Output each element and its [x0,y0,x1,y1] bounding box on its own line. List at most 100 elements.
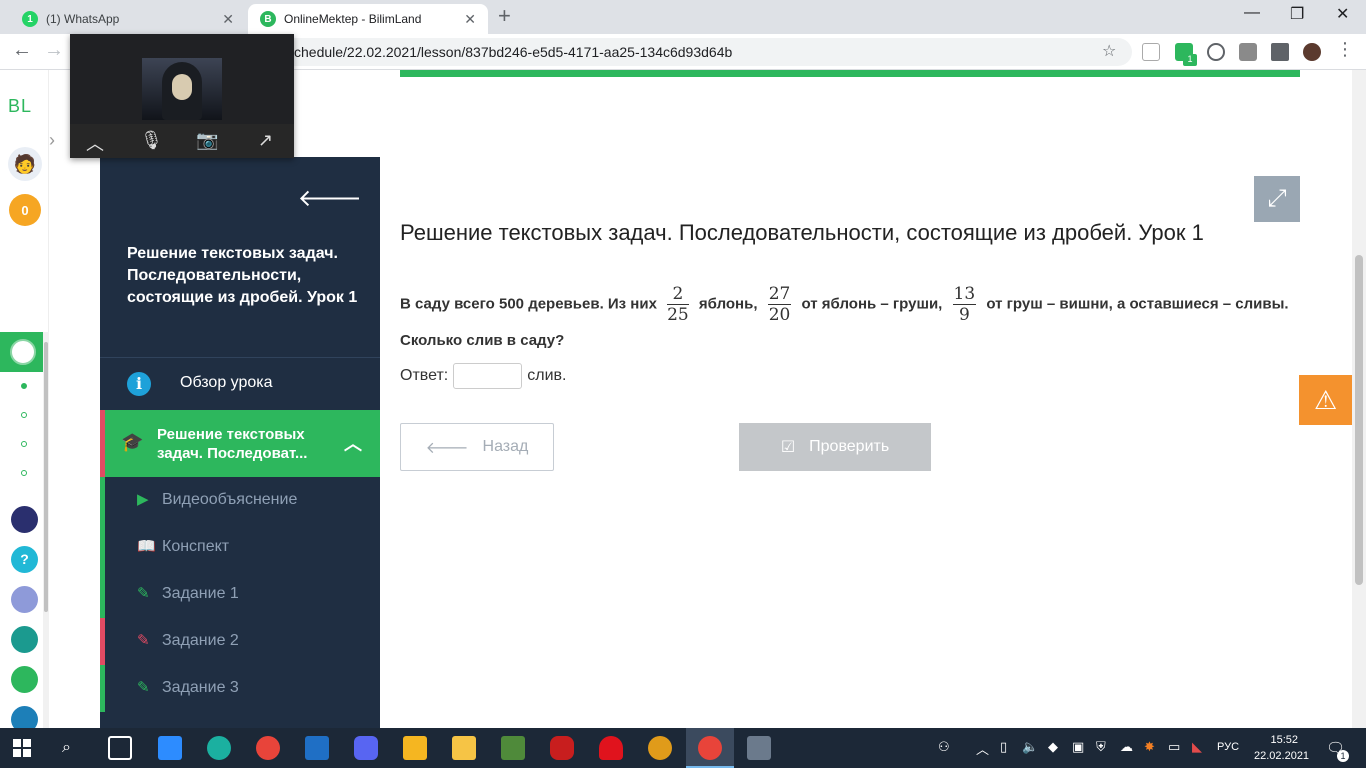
task-text: В саду всего 500 деревьев. Из них 2 25 яб… [400,284,1290,357]
denominator: 25 [667,305,689,325]
new-tab-icon[interactable]: + [498,5,511,27]
sidebar-item-label: Видеообъяснение [162,491,298,508]
zoom-icon[interactable] [158,736,182,760]
puzzle-icon[interactable] [1271,43,1289,61]
calculator-icon[interactable] [747,736,771,760]
file-explorer-icon[interactable] [452,736,476,760]
denominator: 20 [768,305,791,325]
tray-red-icon[interactable]: ◣ [1192,739,1202,755]
rail-item-onlinemektep[interactable] [0,332,43,372]
star-extension-icon[interactable] [1207,43,1225,61]
chevron-up-icon[interactable]: ︿ [86,130,104,156]
discord-icon[interactable] [354,736,378,760]
edge-icon[interactable] [207,736,231,760]
progress-bar [400,70,1300,77]
avatar[interactable]: 🧑 [8,147,42,181]
numerator: 2 [667,284,689,305]
extension-badge: 1 [1183,54,1197,66]
windows-start-icon[interactable] [13,739,31,757]
coins-badge[interactable]: 0 [9,194,41,226]
date: 22.02.2021 [1254,750,1310,762]
rail-dot[interactable] [21,412,27,418]
page-scrollbar[interactable] [1352,70,1366,728]
bilim-book-icon[interactable] [11,706,38,728]
minecraft-icon[interactable] [501,736,525,760]
shield-icon[interactable]: ⛨ [1096,739,1106,755]
extension-square-icon[interactable] [1239,43,1257,61]
tray-app-icon[interactable]: ✸ [1144,739,1155,755]
profile-avatar[interactable] [1303,43,1321,61]
volume-icon[interactable]: 🔈 [1022,739,1038,755]
sidebar-item-overview[interactable]: i Обзор урока [100,358,380,410]
check-button[interactable]: ☑ Проверить [739,423,931,471]
mic-off-icon[interactable]: 🎙 [140,130,163,151]
store-icon[interactable] [403,736,427,760]
clock[interactable]: 15:52 22.02.2021 [1254,732,1310,764]
sidebar-section-active[interactable]: 🎓 Решение текстовых задач. Последоват...… [100,410,380,477]
rail-dot[interactable] [21,470,27,476]
board-icon[interactable] [11,586,38,613]
cloud-icon[interactable]: ☁ [1120,739,1133,755]
chevron-up-icon[interactable]: ︿ [976,739,989,758]
chrome-icon[interactable] [256,736,280,760]
rail-dot[interactable] [21,441,27,447]
battery-icon[interactable]: ▯ [1000,739,1007,755]
chevron-up-icon[interactable]: ︿ [344,430,362,456]
zoom-tray-icon[interactable]: ▣ [1072,739,1084,755]
report-problem-button[interactable]: ⚠ [1299,375,1352,425]
rail-scrollbar[interactable] [43,332,49,728]
answer-input[interactable] [453,363,523,389]
search-icon[interactable]: ⌕ [62,739,71,757]
sidebar-item-task-1[interactable]: ✎ Задание 1 [100,571,380,618]
sidebar-item-video[interactable]: ▶ Видеообъяснение [100,477,380,524]
sidebar-item-label: Задание 2 [162,632,239,649]
share-icon[interactable]: ↗ [258,130,273,151]
mail-icon[interactable] [305,736,329,760]
forward-arrow-icon[interactable]: → [44,39,64,62]
menu-dots-icon[interactable]: ⋮ [1336,39,1354,60]
among-us-icon[interactable] [550,736,574,760]
close-tab-icon[interactable]: ✕ [464,11,476,28]
rail-dot[interactable] [21,383,27,389]
close-tab-icon[interactable]: ✕ [222,11,234,28]
heart-game-icon[interactable] [599,736,623,760]
dropbox-icon[interactable]: ◆ [1048,739,1058,755]
windows-taskbar: ⌕ ⚇ ︿ ▯ 🔈 ◆ ▣ ⛨ ☁ ✸ ▭ ◣ РУС 15:52 22.02.… [0,728,1366,768]
tab-whatsapp[interactable]: 1 (1) WhatsApp ✕ [8,4,246,34]
close-window-icon[interactable]: ✕ [1336,4,1349,24]
bookmark-star-icon[interactable]: ☆ [1102,41,1116,61]
fullscreen-expand-button[interactable]: ⤢ [1254,176,1300,222]
back-arrow-icon[interactable]: ← [12,39,32,62]
display-icon[interactable]: ▭ [1168,739,1180,755]
page-content: BL 🧑 0 ? 🡐 Решение текстовых задач. Посл… [0,70,1352,728]
bilim-land-icon[interactable] [11,666,38,693]
video-controls: ︿ 🎙 📷 ↗ [70,124,294,158]
chevron-right-icon[interactable]: › [49,130,55,151]
tab-bilimland[interactable]: B OnlineMektep - BilimLand ✕ [248,4,488,34]
scroll-thumb[interactable] [1355,255,1363,585]
media-player-icon[interactable] [648,736,672,760]
screen: 1 (1) WhatsApp ✕ B OnlineMektep - BilimL… [0,0,1366,768]
rail-scroll-thumb[interactable] [44,342,48,612]
sidebar-item-task-3[interactable]: ✎ Задание 3 [100,665,380,712]
minimize-icon[interactable]: — [1244,4,1260,22]
video-call-popup[interactable]: ︿ 🎙 📷 ↗ [70,34,294,158]
camera-off-icon[interactable]: 📷 [196,130,218,151]
language-indicator[interactable]: РУС [1217,741,1239,753]
task-text-part: яблонь, [698,295,758,313]
sidebar-item-notes[interactable]: 📖 Конспект [100,524,380,571]
people-icon[interactable]: ⚇ [938,739,950,755]
bilimland-logo[interactable]: BL [8,96,32,117]
back-button[interactable]: 🡐 Назад [400,423,554,471]
collapse-sidebar-arrow-icon[interactable]: 🡐 [298,183,362,213]
left-rail: BL 🧑 0 ? [0,70,49,728]
bilim-media-icon[interactable] [11,626,38,653]
taskbar-active-chrome[interactable] [686,728,734,768]
help-icon[interactable]: ? [11,546,38,573]
search-extension-icon[interactable] [1142,43,1160,61]
restore-icon[interactable]: ❐ [1290,4,1304,24]
task-view-icon[interactable] [108,736,132,760]
smart-nation-icon[interactable] [11,506,38,533]
edit-icon: ✎ [137,585,150,602]
sidebar-item-task-2[interactable]: ✎ Задание 2 [100,618,380,665]
